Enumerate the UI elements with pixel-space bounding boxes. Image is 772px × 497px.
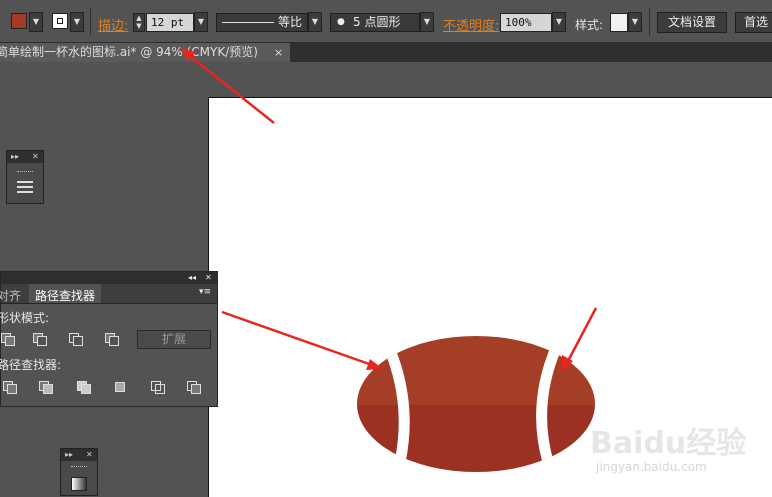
tab-align[interactable]: 对齐 bbox=[0, 287, 21, 304]
intersect-icon[interactable] bbox=[69, 333, 83, 346]
menu-icon[interactable] bbox=[17, 181, 33, 193]
watermark-brand: Baidu经验 bbox=[590, 426, 747, 461]
expand-icon[interactable]: ▸▸ bbox=[11, 151, 19, 163]
ball-top-half bbox=[357, 336, 595, 406]
minus-front-icon[interactable] bbox=[33, 333, 47, 346]
panel-menu-icon[interactable]: ▾≡ bbox=[199, 287, 211, 297]
gradient-icon[interactable] bbox=[71, 477, 87, 491]
ball-bottom-half bbox=[357, 405, 595, 472]
collapsed-panel[interactable]: ▸▸ ✕ bbox=[6, 150, 44, 204]
arrow-to-left-stripe bbox=[221, 310, 373, 367]
expand-button[interactable]: 扩展 bbox=[137, 330, 211, 349]
grip-icon bbox=[17, 171, 33, 175]
football-shape bbox=[357, 336, 595, 472]
close-icon[interactable]: ✕ bbox=[86, 449, 93, 461]
exclude-icon[interactable] bbox=[105, 333, 119, 346]
merge-icon[interactable] bbox=[77, 381, 91, 394]
shape-modes-label: 形状模式: bbox=[0, 311, 50, 325]
collapse-icon[interactable]: ◂◂ bbox=[188, 272, 196, 284]
panel-header: ▸▸ ✕ bbox=[61, 449, 97, 461]
arrow-to-stroke-weight bbox=[189, 55, 275, 124]
tab-pathfinder[interactable]: 路径查找器 bbox=[29, 284, 101, 303]
minus-back-icon[interactable] bbox=[187, 381, 201, 394]
close-icon[interactable]: ✕ bbox=[32, 151, 39, 163]
unite-icon[interactable] bbox=[1, 333, 15, 346]
divide-icon[interactable] bbox=[3, 381, 17, 394]
pathfinder-panel: ◂◂ ✕ 对齐 路径查找器 ▾≡ 形状模式: 扩展 路径查找器: bbox=[0, 271, 218, 407]
watermark-url: jingyan.baidu.com bbox=[596, 460, 707, 474]
crop-icon[interactable] bbox=[113, 381, 127, 393]
gradient-collapsed-panel[interactable]: ▸▸ ✕ bbox=[60, 448, 98, 496]
watermark: Baidu经验 jingyan.baidu.com bbox=[590, 416, 772, 496]
panel-tab-strip: 对齐 路径查找器 ▾≡ bbox=[0, 284, 217, 304]
pathfinders-label: 路径查找器: bbox=[0, 358, 62, 372]
grip-icon bbox=[71, 466, 87, 470]
annotation-arrows bbox=[180, 48, 598, 372]
panel-header: ◂◂ ✕ bbox=[1, 272, 217, 284]
expand-icon[interactable]: ▸▸ bbox=[65, 449, 73, 461]
close-icon[interactable]: ✕ bbox=[205, 272, 212, 284]
tab-pathfinder-label: 路径查找器 bbox=[35, 289, 96, 303]
arrow-to-right-stripe bbox=[566, 307, 598, 362]
trim-icon[interactable] bbox=[39, 381, 53, 394]
outline-icon[interactable] bbox=[151, 381, 165, 394]
panel-header: ▸▸ ✕ bbox=[7, 151, 43, 163]
